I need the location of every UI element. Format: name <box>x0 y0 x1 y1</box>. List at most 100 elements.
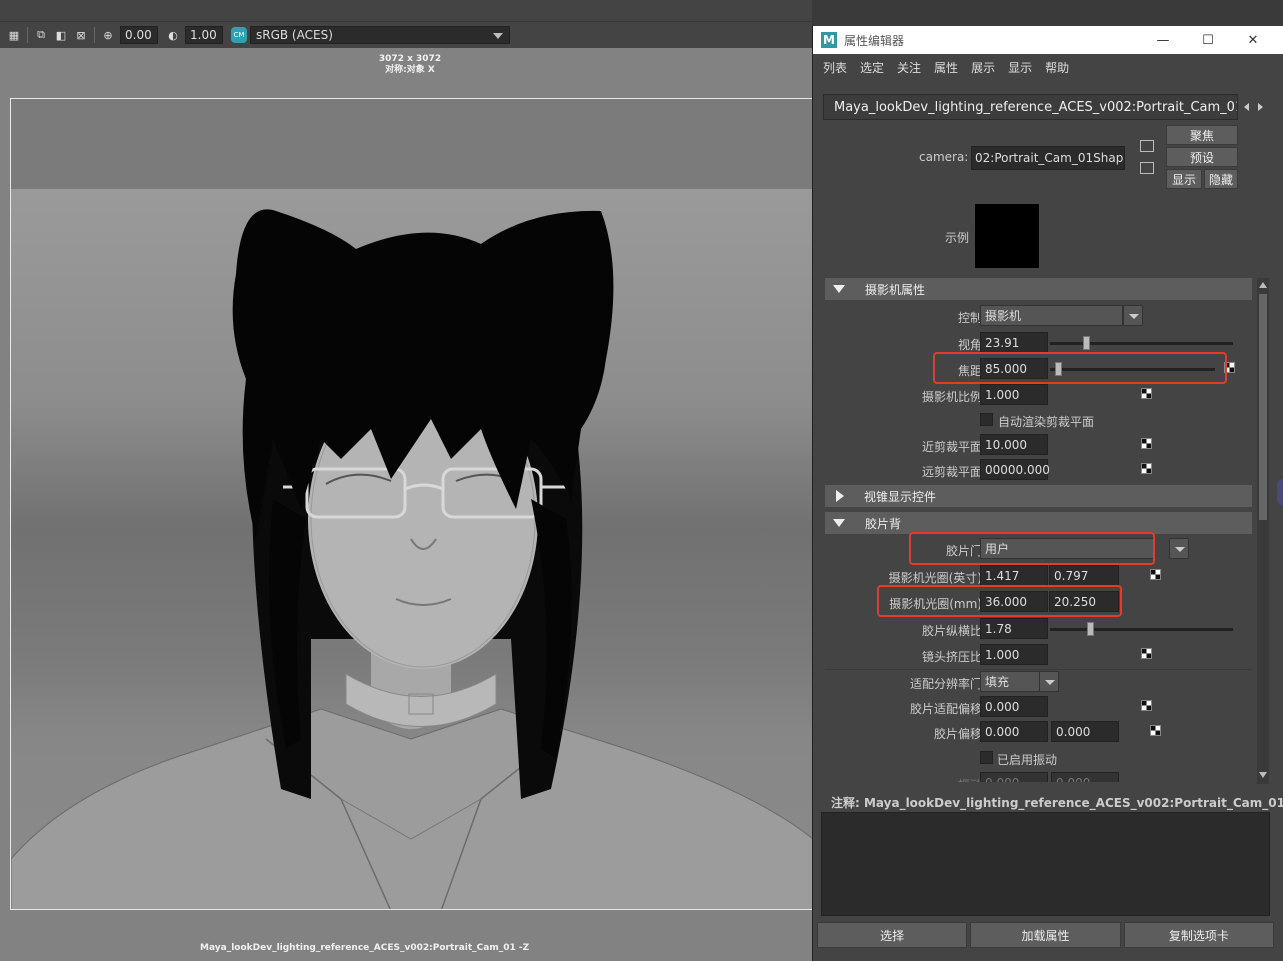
color-management-icon[interactable]: CM <box>231 27 247 43</box>
focus-button[interactable]: 聚焦 <box>1166 125 1238 145</box>
fit-gate-value: 填充 <box>985 675 1010 689</box>
menu-focus[interactable]: 关注 <box>897 59 921 76</box>
expand-icon <box>836 490 844 502</box>
film-fit-offset-input[interactable]: 0.000 <box>980 696 1048 717</box>
presets-button[interactable]: 预设 <box>1166 147 1238 167</box>
chevron-down-icon[interactable] <box>1039 671 1059 692</box>
tab-scroll-right-icon[interactable] <box>1258 103 1263 111</box>
lens-squeeze-input[interactable]: 1.000 <box>980 644 1048 665</box>
map-button-icon[interactable] <box>1141 463 1152 474</box>
film-offset-x-input[interactable]: 0.000 <box>980 721 1048 742</box>
gamma-input[interactable]: 1.00 <box>185 26 223 44</box>
chevron-down-icon[interactable] <box>1169 538 1189 559</box>
camera-scale-label: 摄影机比例 <box>921 390 982 404</box>
hide-button[interactable]: 隐藏 <box>1204 169 1238 189</box>
auto-clip-checkbox[interactable] <box>980 413 993 426</box>
side-handle-icon[interactable] <box>1277 479 1283 505</box>
wireframe-icon[interactable]: ⊠ <box>74 28 88 42</box>
attributes-scroll-area[interactable]: 摄影机属性 控制 摄影机 视角 23.91 焦距 85.000 摄影机比例 1.… <box>825 278 1255 782</box>
camera-scale-input[interactable]: 1.000 <box>980 384 1048 405</box>
view-transform-value: sRGB (ACES) <box>256 28 333 42</box>
input-connection-icon[interactable] <box>1140 140 1154 152</box>
symmetry-text: 对称:对象 X <box>385 65 435 75</box>
film-aspect-slider-thumb[interactable] <box>1086 622 1094 636</box>
film-aspect-slider-track[interactable] <box>1050 628 1233 631</box>
exposure-icon[interactable]: ⊕ <box>101 28 115 42</box>
map-button-icon[interactable] <box>1141 388 1152 399</box>
shake-x-input[interactable]: 0.000 <box>980 772 1048 782</box>
fit-gate-label: 适配分辨率门 <box>909 677 982 691</box>
controls-dropdown[interactable]: 摄影机 <box>980 305 1123 326</box>
chevron-down-icon[interactable] <box>1123 305 1143 326</box>
character-render <box>11 209 812 909</box>
far-clip-input[interactable]: 00000.000 <box>980 459 1050 480</box>
resolution-text: 3072 x 3072 <box>378 54 442 64</box>
load-attributes-button[interactable]: 加载属性 <box>970 922 1121 948</box>
map-button-icon[interactable] <box>1150 725 1161 736</box>
output-connection-icon[interactable] <box>1140 162 1154 174</box>
aperture-inches-y-input[interactable]: 0.797 <box>1049 565 1119 586</box>
xray-icon[interactable]: ◧ <box>54 28 68 42</box>
map-button-icon[interactable] <box>1141 648 1152 659</box>
gamma-icon[interactable]: ◐ <box>166 28 180 42</box>
viewport-render-area[interactable]: 3072 x 3072 对称:对象 X Maya_lookDev_lightin… <box>0 48 812 961</box>
copy-tab-button[interactable]: 复制选项卡 <box>1123 922 1274 948</box>
node-tab[interactable]: Maya_lookDev_lighting_reference_ACES_v00… <box>823 94 1238 120</box>
select-button[interactable]: 选择 <box>817 922 968 948</box>
near-clip-input[interactable]: 10.000 <box>980 434 1048 455</box>
show-button[interactable]: 显示 <box>1166 169 1202 189</box>
isolate-select-icon[interactable]: ⧉ <box>34 28 48 42</box>
row-controls: 控制 摄影机 <box>825 305 1252 329</box>
toolbar-separator <box>94 27 95 43</box>
exposure-input[interactable]: 0.00 <box>120 26 158 44</box>
scroll-down-icon[interactable] <box>1259 772 1267 778</box>
camera-node-field[interactable]: 02:Portrait_Cam_01Shape <box>971 146 1125 170</box>
fit-gate-dropdown[interactable]: 填充 <box>980 671 1040 692</box>
film-aspect-input[interactable]: 1.78 <box>980 618 1048 639</box>
menu-list[interactable]: 列表 <box>823 59 847 76</box>
near-clip-label: 近剪裁平面 <box>921 440 982 454</box>
map-button-icon[interactable] <box>1141 700 1152 711</box>
maximize-icon[interactable]: ☐ <box>1198 30 1218 50</box>
close-icon[interactable]: ✕ <box>1243 30 1263 50</box>
map-button-icon[interactable] <box>1141 438 1152 449</box>
row-film-fit-offset: 胶片适配偏移 0.000 <box>825 696 1252 720</box>
tab-scroll-left-icon[interactable] <box>1244 103 1249 111</box>
menu-display[interactable]: 展示 <box>971 59 995 76</box>
menu-selected[interactable]: 选定 <box>860 59 884 76</box>
notes-textarea[interactable] <box>821 812 1270 916</box>
window-titlebar[interactable]: M 属性编辑器 — ☐ ✕ <box>813 26 1283 54</box>
section-title: 视锥显示控件 <box>864 489 937 504</box>
section-camera-attributes[interactable]: 摄影机属性 <box>825 278 1252 300</box>
angle-input[interactable]: 23.91 <box>980 332 1048 353</box>
focal-length-highlight <box>933 352 1227 384</box>
resolution-gate <box>10 98 812 910</box>
collapse-icon <box>833 519 845 527</box>
scrollbar-thumb[interactable] <box>1259 294 1267 520</box>
map-button-icon[interactable] <box>1150 569 1161 580</box>
shake-y-input[interactable]: 0.000 <box>1051 772 1119 782</box>
menu-show[interactable]: 显示 <box>1008 59 1032 76</box>
menu-help[interactable]: 帮助 <box>1045 59 1069 76</box>
angle-slider-thumb[interactable] <box>1082 336 1090 350</box>
minimize-icon[interactable]: — <box>1153 30 1173 50</box>
sample-label: 示例 <box>945 231 970 245</box>
scroll-up-icon[interactable] <box>1259 282 1267 288</box>
angle-slider-track[interactable] <box>1050 342 1233 345</box>
menu-attributes[interactable]: 属性 <box>934 59 958 76</box>
toolbar-separator <box>27 27 28 43</box>
viewport-panel: ▦ ⧉ ◧ ⊠ ⊕ 0.00 ◐ 1.00 CM sRGB (ACES) 307… <box>0 0 812 961</box>
section-title: 胶片背 <box>865 516 902 531</box>
section-film-back[interactable]: 胶片背 <box>825 512 1252 534</box>
attribute-editor-window: M 属性编辑器 — ☐ ✕ 列表 选定 关注 属性 展示 显示 帮助 Maya_… <box>812 26 1283 961</box>
row-film-offset: 胶片偏移 0.000 0.000 <box>825 721 1252 745</box>
aperture-inches-x-input[interactable]: 1.417 <box>980 565 1048 586</box>
shake-enabled-checkbox[interactable] <box>980 751 993 764</box>
lens-squeeze-label: 镜头挤压比 <box>921 650 982 664</box>
vertical-scrollbar[interactable] <box>1257 278 1269 784</box>
view-transform-dropdown[interactable]: sRGB (ACES) <box>250 26 510 44</box>
film-offset-y-input[interactable]: 0.000 <box>1051 721 1119 742</box>
grid-toggle-icon[interactable]: ▦ <box>7 28 21 42</box>
maya-logo-icon: M <box>821 32 837 48</box>
section-frustum-display[interactable]: 视锥显示控件 <box>825 485 1252 507</box>
